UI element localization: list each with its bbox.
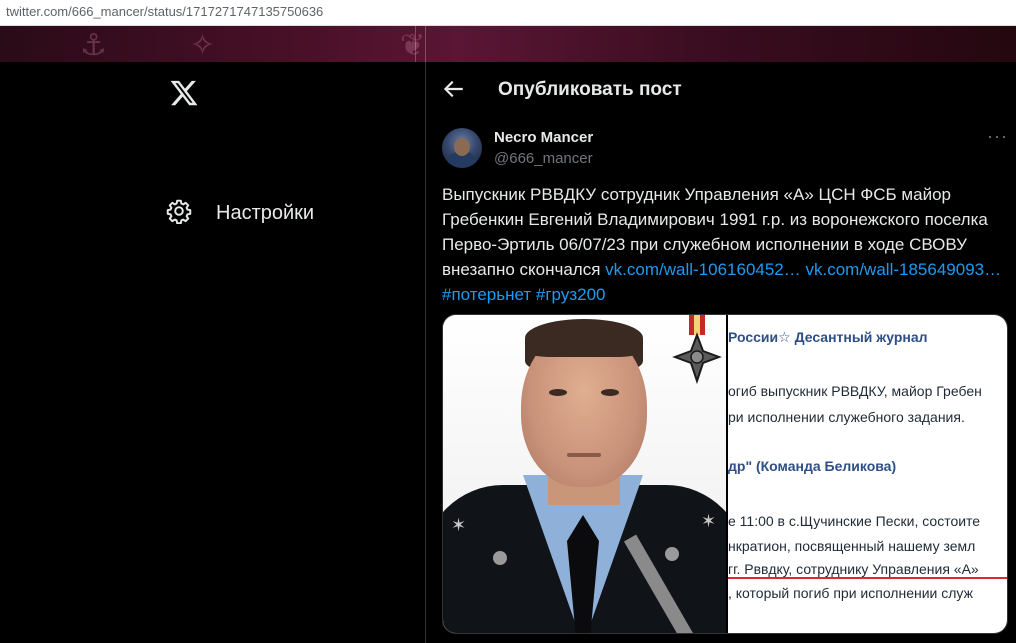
epaulette-star-icon: ✶ — [451, 515, 467, 535]
hashtag-link[interactable]: #потерьнет — [442, 285, 531, 304]
main-column: Опубликовать пост Necro Mancer @666_manc… — [426, 62, 1016, 643]
page-header: Опубликовать пост — [426, 62, 1016, 116]
sidebar-item-label: Настройки — [216, 201, 315, 224]
medal-cross-icon — [672, 315, 722, 385]
clipping-line: нкратион, посвященный нашему земл — [728, 538, 976, 554]
tweet-link[interactable]: vk.com/wall-106160452… — [605, 260, 801, 279]
news-clipping[interactable]: России☆ Десантный журнал огиб выпускник … — [728, 315, 1007, 633]
banner-line — [415, 26, 416, 62]
clipping-line: др" (Команда Беликова) — [728, 458, 897, 474]
clipping-line: огиб выпускник РВВДКУ, майор Гребен — [728, 383, 982, 399]
tweet-media[interactable]: ✶ ✶ России☆ Десантный журнал огиб выпуск… — [442, 314, 1008, 634]
portrait-photo[interactable]: ✶ ✶ — [443, 315, 726, 633]
hashtag-link[interactable]: #груз200 — [536, 285, 606, 304]
profile-banner-strip: ⚓ ✧ ❦ — [0, 26, 1016, 62]
arrow-left-icon — [443, 80, 463, 98]
clipping-line: ри исполнении служебного задания. — [728, 409, 965, 425]
clipping-line: , который погиб при исполнении служ — [728, 585, 973, 601]
red-underline — [728, 577, 1007, 579]
tweet-link[interactable]: vk.com/wall-185649093… — [806, 260, 1002, 279]
avatar[interactable] — [442, 128, 482, 168]
author-name[interactable]: Necro Mancer — [494, 129, 593, 146]
url-text[interactable]: twitter.com/666_mancer/status/1717271747… — [6, 4, 323, 19]
banner-decoration: ⚓ — [80, 29, 107, 62]
clipping-line: России☆ Десантный журнал — [728, 329, 928, 345]
tweet-text: Выпускник РВВДКУ сотрудник Управления «А… — [442, 182, 1002, 307]
sidebar-item-settings[interactable]: Настройки — [166, 194, 314, 232]
banner-line — [425, 26, 426, 62]
back-button[interactable] — [440, 76, 466, 102]
page-title: Опубликовать пост — [498, 79, 682, 100]
left-sidebar: Настройки — [0, 62, 425, 643]
more-options-button[interactable]: ··· — [987, 126, 1008, 147]
clipping-line: гг. Рввдку, сотруднику Управления «А» — [728, 561, 979, 577]
browser-address-bar[interactable]: twitter.com/666_mancer/status/1717271747… — [0, 0, 1016, 26]
x-logo-icon[interactable] — [169, 78, 199, 108]
epaulette-star-icon: ✶ — [701, 511, 717, 531]
banner-decoration: ❦ — [400, 29, 426, 62]
clipping-line: е 11:00 в с.Щучинские Пески, состоите — [728, 513, 981, 529]
banner-decoration: ✧ — [190, 29, 216, 62]
gear-icon — [166, 198, 192, 229]
author-handle[interactable]: @666_mancer — [494, 150, 593, 167]
